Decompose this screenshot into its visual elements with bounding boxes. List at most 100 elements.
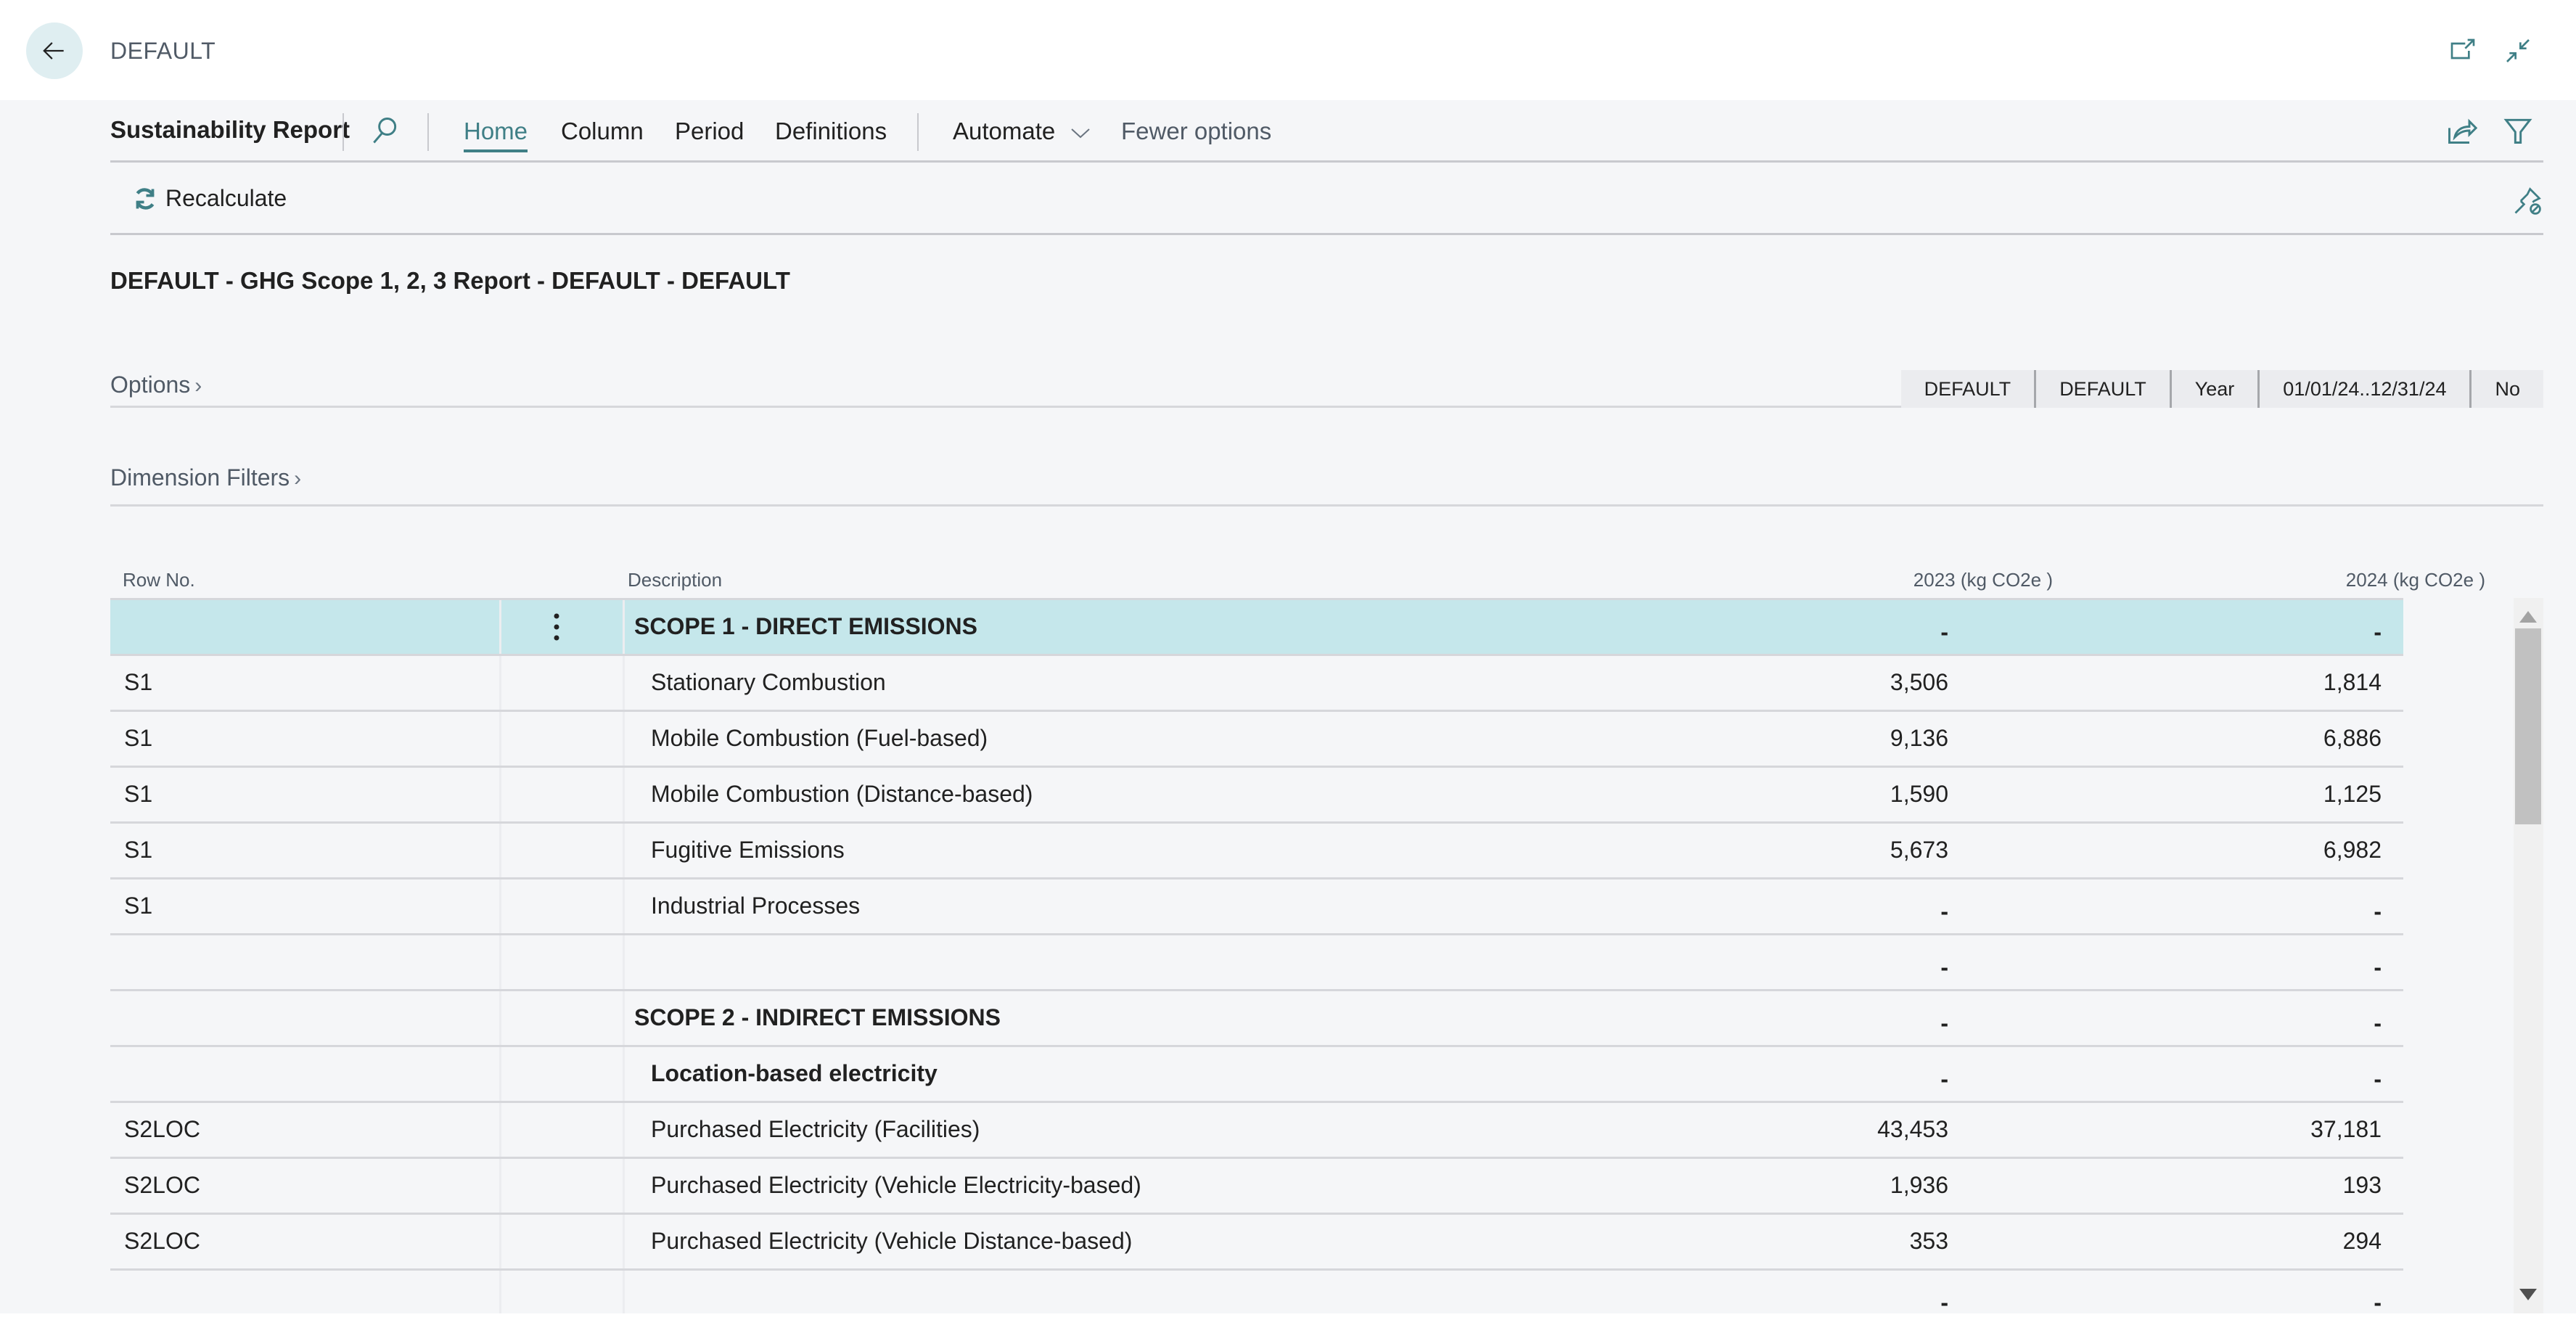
- cell-row-no[interactable]: S1: [124, 837, 152, 864]
- cell-description[interactable]: Fugitive Emissions: [651, 837, 845, 864]
- cell-2024[interactable]: 294: [2343, 1228, 2382, 1255]
- table-row[interactable]: SCOPE 1 - DIRECT EMISSIONS - -: [110, 598, 2403, 654]
- cell-2024[interactable]: -: [2374, 619, 2382, 646]
- table-row[interactable]: S2LOC Purchased Electricity (Facilities) 4…: [110, 1101, 2403, 1157]
- column-divider: [499, 1103, 501, 1157]
- option-chip[interactable]: 01/01/24..12/31/24: [2257, 370, 2469, 408]
- cell-2023[interactable]: 43,453: [1877, 1116, 1948, 1143]
- table-row[interactable]: S2LOC Purchased Electricity (Vehicle Elec…: [110, 1157, 2403, 1213]
- cell-2024[interactable]: -: [2374, 898, 2382, 925]
- table-row[interactable]: SCOPE 2 - INDIRECT EMISSIONS - -: [110, 989, 2403, 1045]
- cell-2023[interactable]: 5,673: [1890, 837, 1948, 864]
- cell-2024[interactable]: -: [2374, 954, 2382, 981]
- column-header-2024[interactable]: 2024 (kg CO2e ): [2346, 569, 2485, 591]
- cell-2023[interactable]: 1,590: [1890, 781, 1948, 808]
- share-button[interactable]: [2445, 115, 2478, 147]
- scroll-down-arrow-icon[interactable]: [2519, 1289, 2537, 1300]
- cell-2024[interactable]: 1,814: [2323, 669, 2382, 696]
- table-header: Row No. Description 2023 (kg CO2e ) 2024…: [110, 553, 2543, 598]
- dimension-filters-label: Dimension Filters: [110, 464, 290, 491]
- column-header-row-no[interactable]: Row No.: [123, 569, 195, 591]
- cell-row-no[interactable]: S1: [124, 893, 152, 919]
- tab-home[interactable]: Home: [464, 118, 528, 152]
- cell-2023[interactable]: -: [1940, 1289, 1948, 1313]
- option-chip[interactable]: DEFAULT: [1901, 370, 2035, 408]
- cell-description[interactable]: Mobile Combustion (Fuel-based): [651, 725, 988, 752]
- cell-2024[interactable]: 37,181: [2310, 1116, 2382, 1143]
- cell-description[interactable]: SCOPE 2 - INDIRECT EMISSIONS: [634, 1004, 1001, 1031]
- table-row[interactable]: S1 Mobile Combustion (Fuel-based) 9,136 6,8…: [110, 710, 2403, 766]
- table-row[interactable]: S1 Stationary Combustion 3,506 1,814: [110, 654, 2403, 710]
- tab-column[interactable]: Column: [561, 118, 644, 145]
- filter-button[interactable]: [2502, 115, 2534, 147]
- column-divider: [623, 712, 625, 766]
- dimension-filters-toggle[interactable]: Dimension Filters ›: [110, 464, 301, 491]
- cell-2024[interactable]: 6,886: [2323, 725, 2382, 752]
- table-row[interactable]: S1 Industrial Processes - -: [110, 877, 2403, 933]
- cell-row-no[interactable]: S2LOC: [124, 1228, 200, 1255]
- recalculate-button[interactable]: Recalculate: [132, 185, 287, 212]
- option-chip[interactable]: DEFAULT: [2034, 370, 2170, 408]
- cell-row-no[interactable]: S2LOC: [124, 1172, 200, 1199]
- cell-description[interactable]: SCOPE 1 - DIRECT EMISSIONS: [634, 613, 977, 640]
- cell-2023[interactable]: 353: [1910, 1228, 1948, 1255]
- fewer-options-button[interactable]: Fewer options: [1121, 118, 1271, 145]
- cell-description[interactable]: Location-based electricity: [651, 1060, 938, 1087]
- unpin-button[interactable]: [2511, 185, 2543, 217]
- back-button[interactable]: [26, 22, 83, 79]
- tab-definitions[interactable]: Definitions: [775, 118, 887, 145]
- cell-2023[interactable]: -: [1940, 619, 1948, 646]
- cell-2024[interactable]: 193: [2343, 1172, 2382, 1199]
- cell-row-no[interactable]: S1: [124, 725, 152, 752]
- cell-row-no[interactable]: S1: [124, 781, 152, 808]
- cell-2023[interactable]: 1,936: [1890, 1172, 1948, 1199]
- column-header-2023[interactable]: 2023 (kg CO2e ): [1913, 569, 2053, 591]
- cell-description[interactable]: Purchased Electricity (Facilities): [651, 1116, 980, 1143]
- cell-2023[interactable]: 3,506: [1890, 669, 1948, 696]
- option-chip[interactable]: Year: [2169, 370, 2258, 408]
- nav-divider: [342, 113, 344, 151]
- cell-2023[interactable]: 9,136: [1890, 725, 1948, 752]
- cell-2024[interactable]: -: [2374, 1066, 2382, 1093]
- cell-2024[interactable]: -: [2374, 1289, 2382, 1313]
- cell-description[interactable]: Mobile Combustion (Distance-based): [651, 781, 1033, 808]
- table-row[interactable]: S1 Fugitive Emissions 5,673 6,982: [110, 821, 2403, 877]
- cell-description[interactable]: Purchased Electricity (Vehicle Distance-…: [651, 1228, 1132, 1255]
- bottom-strip: [0, 1313, 2576, 1341]
- tab-period[interactable]: Period: [675, 118, 744, 145]
- cell-description[interactable]: Stationary Combustion: [651, 669, 886, 696]
- table-row[interactable]: Location-based electricity - -: [110, 1045, 2403, 1101]
- cell-2023[interactable]: -: [1940, 898, 1948, 925]
- cell-row-no[interactable]: S2LOC: [124, 1116, 200, 1143]
- options-section: Options › DEFAULT DEFAULT Year 01/01/24..…: [110, 356, 2543, 408]
- action-nav-bar: Sustainability Report Home Column Period…: [110, 100, 2543, 163]
- open-new-window-button[interactable]: [2448, 36, 2477, 65]
- table-row[interactable]: S1 Mobile Combustion (Distance-based) 1,59…: [110, 766, 2403, 821]
- automate-menu[interactable]: Automate: [953, 118, 1091, 145]
- column-divider: [499, 712, 501, 766]
- cell-2023[interactable]: -: [1940, 1066, 1948, 1093]
- cell-description[interactable]: Purchased Electricity (Vehicle Electrici…: [651, 1172, 1141, 1199]
- report-title: DEFAULT - GHG Scope 1, 2, 3 Report - DEF…: [110, 267, 790, 294]
- scrollbar-thumb[interactable]: [2515, 628, 2541, 824]
- scroll-up-arrow-icon[interactable]: [2519, 611, 2537, 623]
- column-header-description[interactable]: Description: [628, 569, 722, 591]
- row-more-options-icon[interactable]: [546, 610, 567, 644]
- options-toggle[interactable]: Options ›: [110, 372, 202, 398]
- option-chip[interactable]: No: [2469, 370, 2543, 408]
- cell-2023[interactable]: -: [1940, 954, 1948, 981]
- vertical-scrollbar[interactable]: [2514, 598, 2543, 1313]
- collapse-button[interactable]: [2503, 36, 2532, 65]
- cell-2024[interactable]: 1,125: [2323, 781, 2382, 808]
- cell-2024[interactable]: 6,982: [2323, 837, 2382, 864]
- table-row[interactable]: --: [110, 933, 2403, 989]
- cell-row-no[interactable]: S1: [124, 669, 152, 696]
- table-row[interactable]: --: [110, 1268, 2403, 1313]
- cell-2024[interactable]: -: [2374, 1010, 2382, 1037]
- options-summary: DEFAULT DEFAULT Year 01/01/24..12/31/24 …: [1900, 370, 2543, 408]
- cell-2023[interactable]: -: [1940, 1010, 1948, 1037]
- page-title: Sustainability Report: [110, 116, 350, 143]
- table-row[interactable]: S2LOC Purchased Electricity (Vehicle Dist…: [110, 1213, 2403, 1268]
- search-button[interactable]: [369, 115, 401, 147]
- cell-description[interactable]: Industrial Processes: [651, 893, 860, 919]
